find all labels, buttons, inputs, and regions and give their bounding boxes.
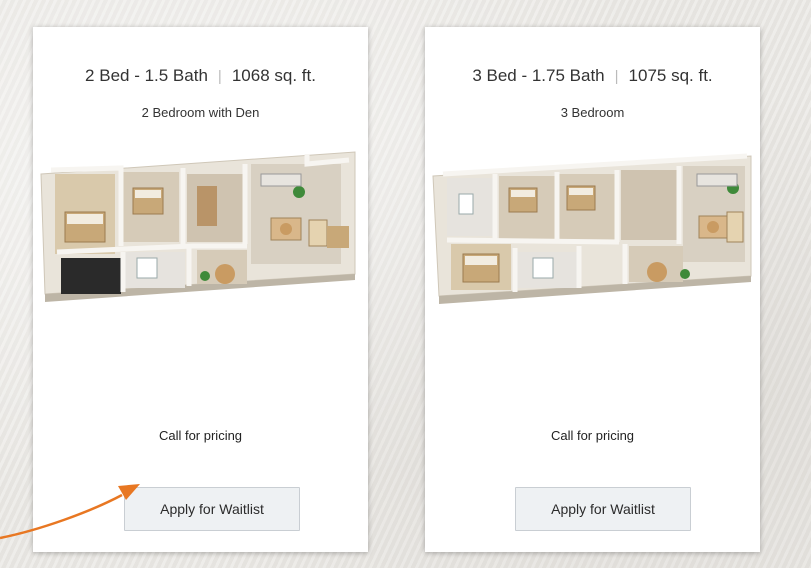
floorplan-rendering <box>40 151 356 302</box>
floorplan-name: 2 Bedroom with Den <box>141 105 260 120</box>
title-separator: | <box>614 68 619 85</box>
square-footage: 1075 sq. ft. <box>628 66 713 85</box>
apply-waitlist-button[interactable]: Apply for Waitlist <box>515 487 691 531</box>
price-text: Call for pricing <box>550 428 635 443</box>
price-text: Call for pricing <box>158 428 243 443</box>
floorplan-name: 3 Bedroom <box>560 105 625 120</box>
apply-waitlist-button[interactable]: Apply for Waitlist <box>124 487 300 531</box>
square-footage: 1068 sq. ft. <box>231 66 316 85</box>
floorplan-title: 3 Bed - 1.75 Bath | 1075 sq. ft. <box>425 66 760 86</box>
floorplan-card: 3 Bed - 1.75 Bath | 1075 sq. ft. 3 Bedroom <box>425 27 760 552</box>
title-separator: | <box>217 68 222 85</box>
floorplan-image[interactable] <box>37 134 363 316</box>
floorplan-image[interactable] <box>429 134 755 316</box>
floorplan-title: 2 Bed - 1.5 Bath | 1068 sq. ft. <box>33 66 368 86</box>
floorplan-card: 2 Bed - 1.5 Bath | 1068 sq. ft. 2 Bedroom … <box>33 27 368 552</box>
floorplan-rendering <box>432 153 752 304</box>
beds-baths: 3 Bed - 1.75 Bath <box>472 66 605 85</box>
beds-baths: 2 Bed - 1.5 Bath <box>85 66 208 85</box>
